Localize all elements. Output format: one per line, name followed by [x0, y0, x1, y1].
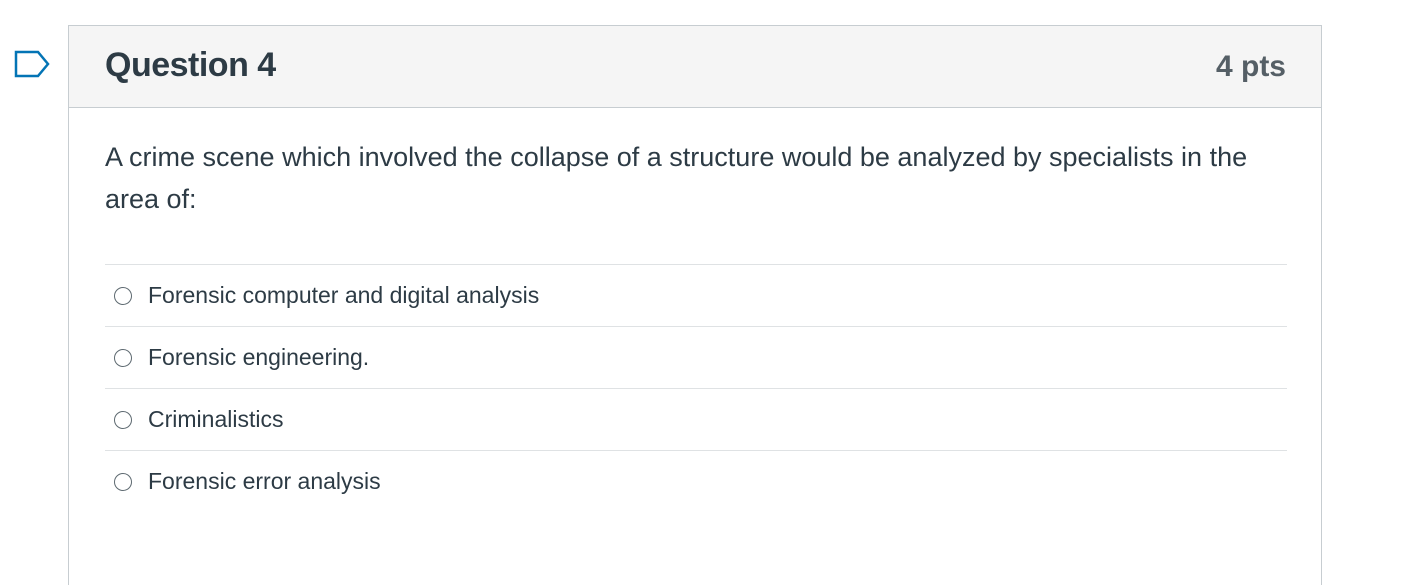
- question-title: Question 4: [105, 46, 276, 84]
- answer-option-1[interactable]: Forensic computer and digital analysis: [105, 264, 1287, 326]
- radio-button[interactable]: [114, 472, 132, 491]
- answer-option-2[interactable]: Forensic engineering.: [105, 326, 1287, 388]
- answer-option-3[interactable]: Criminalistics: [105, 388, 1287, 450]
- answer-label[interactable]: Forensic engineering.: [148, 344, 369, 371]
- answer-option-4[interactable]: Forensic error analysis: [105, 450, 1287, 512]
- radio-button[interactable]: [114, 348, 132, 367]
- answer-label[interactable]: Criminalistics: [148, 406, 283, 433]
- question-header: Question 4 4 pts: [69, 26, 1321, 108]
- flag-question-icon[interactable]: [14, 50, 52, 80]
- question-points: 4 pts: [1215, 50, 1286, 83]
- answer-label[interactable]: Forensic computer and digital analysis: [148, 282, 539, 309]
- radio-button[interactable]: [114, 286, 132, 305]
- radio-button[interactable]: [114, 410, 132, 429]
- answer-list: Forensic computer and digital analysis F…: [105, 264, 1287, 512]
- answer-label[interactable]: Forensic error analysis: [148, 468, 381, 495]
- question-text: A crime scene which involved the collaps…: [105, 142, 1248, 214]
